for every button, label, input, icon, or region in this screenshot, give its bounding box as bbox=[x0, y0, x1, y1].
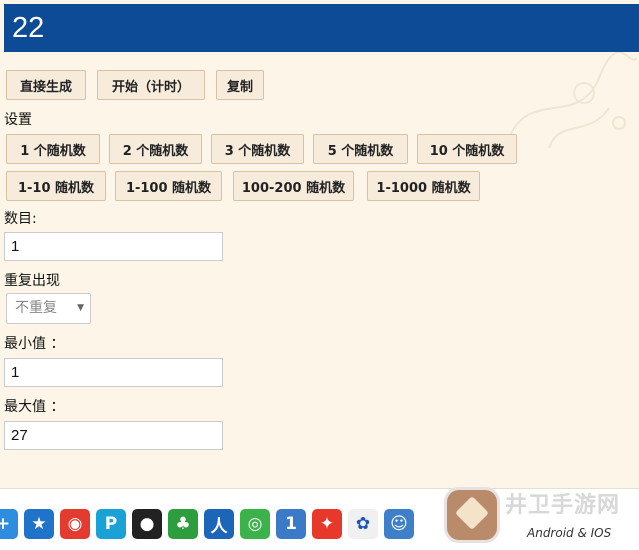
plus-icon[interactable]: + bbox=[0, 509, 18, 539]
preset-2-random-button[interactable]: 2 个随机数 bbox=[109, 134, 202, 164]
range-1-100-button[interactable]: 1-100 随机数 bbox=[115, 171, 222, 201]
result-display: 22 bbox=[4, 4, 639, 52]
repeat-select[interactable]: 不重复 ▼ bbox=[6, 293, 91, 324]
watermark-site-name: 井卫手游网 bbox=[505, 493, 621, 518]
pp-icon[interactable]: P bbox=[96, 509, 126, 539]
preset-5-random-button[interactable]: 5 个随机数 bbox=[313, 134, 408, 164]
site-watermark: 井卫手游网 Android & IOS bbox=[439, 488, 639, 549]
paw-icon[interactable]: ✿ bbox=[348, 509, 378, 539]
min-label: 最小值 ： bbox=[4, 336, 65, 352]
qq-penguin-icon[interactable]: ● bbox=[132, 509, 162, 539]
person-icon[interactable]: ☺ bbox=[384, 509, 414, 539]
one-icon[interactable]: 1 bbox=[276, 509, 306, 539]
wechat-icon[interactable]: ◎ bbox=[240, 509, 270, 539]
preset-1-random-button[interactable]: 1 个随机数 bbox=[6, 134, 100, 164]
copy-button[interactable]: 复制 bbox=[216, 70, 264, 100]
star-icon[interactable]: ★ bbox=[24, 509, 54, 539]
random-generator-page: 22 直接生成 开始（计时） 复制 设置 1 个随机数 2 个随机数 3 个随机… bbox=[0, 0, 639, 488]
settings-heading: 设置 bbox=[4, 112, 32, 128]
repeat-label: 重复出现 bbox=[4, 273, 60, 289]
range-1-1000-button[interactable]: 1-1000 随机数 bbox=[367, 171, 480, 201]
max-input[interactable]: 27 bbox=[4, 421, 223, 450]
count-label: 数目: bbox=[4, 211, 37, 227]
dropdown-arrow-icon: ▼ bbox=[77, 303, 84, 313]
renren-icon[interactable]: 人 bbox=[204, 509, 234, 539]
max-label: 最大值 ： bbox=[4, 399, 65, 415]
preset-3-random-button[interactable]: 3 个随机数 bbox=[211, 134, 304, 164]
weibo-icon[interactable]: ◉ bbox=[60, 509, 90, 539]
watermark-platforms: Android & IOS bbox=[527, 526, 612, 540]
min-input[interactable]: 1 bbox=[4, 358, 223, 387]
generate-button[interactable]: 直接生成 bbox=[6, 70, 86, 100]
preset-10-random-button[interactable]: 10 个随机数 bbox=[417, 134, 517, 164]
site-logo-icon bbox=[447, 490, 497, 540]
count-input[interactable]: 1 bbox=[4, 232, 223, 261]
repeat-selected-value: 不重复 bbox=[15, 300, 57, 316]
range-1-10-button[interactable]: 1-10 随机数 bbox=[6, 171, 106, 201]
range-100-200-button[interactable]: 100-200 随机数 bbox=[233, 171, 354, 201]
clover-icon[interactable]: ♣ bbox=[168, 509, 198, 539]
start-timer-button[interactable]: 开始（计时） bbox=[97, 70, 205, 100]
result-value: 22 bbox=[12, 12, 45, 44]
star-game-icon[interactable]: ✦ bbox=[312, 509, 342, 539]
taskbar-icon-tray: + ★ ◉ P ● ♣ 人 ◎ 1 ✦ ✿ ☺ bbox=[0, 501, 414, 546]
